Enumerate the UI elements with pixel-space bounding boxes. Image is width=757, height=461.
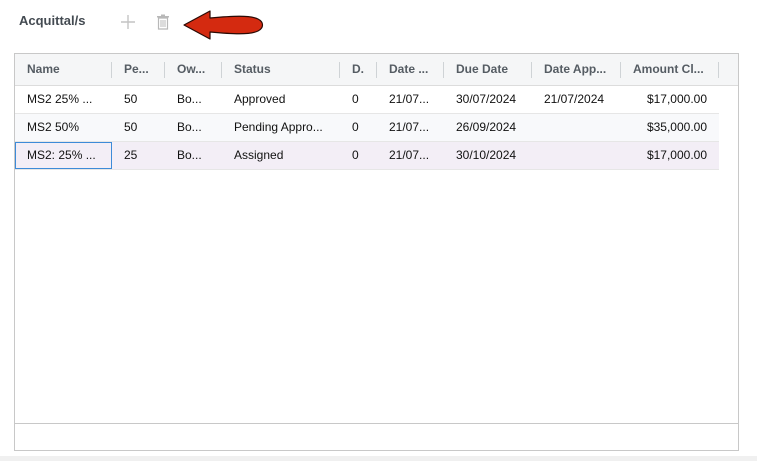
cell-amount[interactable]: $17,000.00 xyxy=(621,142,719,169)
column-header-name[interactable]: Name xyxy=(15,54,112,85)
cell-date-approved[interactable] xyxy=(532,142,621,169)
cell-percent[interactable]: 50 xyxy=(112,114,165,141)
column-header-status[interactable]: Status xyxy=(222,54,340,85)
plus-icon xyxy=(121,15,135,29)
column-header-amount[interactable]: Amount Cl... xyxy=(621,54,719,85)
cell-d[interactable]: 0 xyxy=(340,114,377,141)
cell-owner[interactable]: Bo... xyxy=(165,142,222,169)
toolbar: Acquittal/s xyxy=(0,0,757,44)
cell-owner[interactable]: Bo... xyxy=(165,86,222,113)
cell-status[interactable]: Pending Appro... xyxy=(222,114,340,141)
column-header-date[interactable]: Date ... xyxy=(377,54,444,85)
cell-owner[interactable]: Bo... xyxy=(165,114,222,141)
cell-date-approved[interactable] xyxy=(532,114,621,141)
cell-d[interactable]: 0 xyxy=(340,86,377,113)
cell-d[interactable]: 0 xyxy=(340,142,377,169)
column-header-due-date[interactable]: Due Date xyxy=(444,54,532,85)
cell-amount[interactable]: $35,000.00 xyxy=(621,114,719,141)
red-arrow-annotation xyxy=(183,10,264,40)
cell-name[interactable]: MS2: 25% ... xyxy=(15,142,112,169)
grid-header: Name Pe... Ow... Status D. Date ... Due … xyxy=(15,54,738,86)
table-row[interactable]: MS2 50% 50 Bo... Pending Appro... 0 21/0… xyxy=(15,114,719,142)
column-header-date-approved[interactable]: Date App... xyxy=(532,54,621,85)
grid-footer xyxy=(15,423,738,450)
cell-percent[interactable]: 50 xyxy=(112,86,165,113)
add-button[interactable] xyxy=(118,12,138,32)
cell-percent[interactable]: 25 xyxy=(112,142,165,169)
page-bottom-strip xyxy=(0,456,757,461)
cell-status[interactable]: Approved xyxy=(222,86,340,113)
cell-name[interactable]: MS2 50% xyxy=(15,114,112,141)
section-title: Acquittal/s xyxy=(19,13,86,28)
column-header-d[interactable]: D. xyxy=(340,54,377,85)
column-header-owner[interactable]: Ow... xyxy=(165,54,222,85)
cell-date-approved[interactable]: 21/07/2024 xyxy=(532,86,621,113)
cell-amount[interactable]: $17,000.00 xyxy=(621,86,719,113)
cell-status[interactable]: Assigned xyxy=(222,142,340,169)
cell-date[interactable]: 21/07... xyxy=(377,86,444,113)
table-row[interactable]: MS2 25% ... 50 Bo... Approved 0 21/07...… xyxy=(15,86,719,114)
acquittals-grid: Name Pe... Ow... Status D. Date ... Due … xyxy=(14,53,739,451)
column-header-percent[interactable]: Pe... xyxy=(112,54,165,85)
table-row-selected[interactable]: MS2: 25% ... 25 Bo... Assigned 0 21/07..… xyxy=(15,142,719,170)
cell-date[interactable]: 21/07... xyxy=(377,114,444,141)
trash-icon xyxy=(157,14,169,30)
cell-due-date[interactable]: 30/07/2024 xyxy=(444,86,532,113)
delete-button[interactable] xyxy=(153,12,173,32)
cell-due-date[interactable]: 30/10/2024 xyxy=(444,142,532,169)
cell-date[interactable]: 21/07... xyxy=(377,142,444,169)
cell-name[interactable]: MS2 25% ... xyxy=(15,86,112,113)
cell-due-date[interactable]: 26/09/2024 xyxy=(444,114,532,141)
